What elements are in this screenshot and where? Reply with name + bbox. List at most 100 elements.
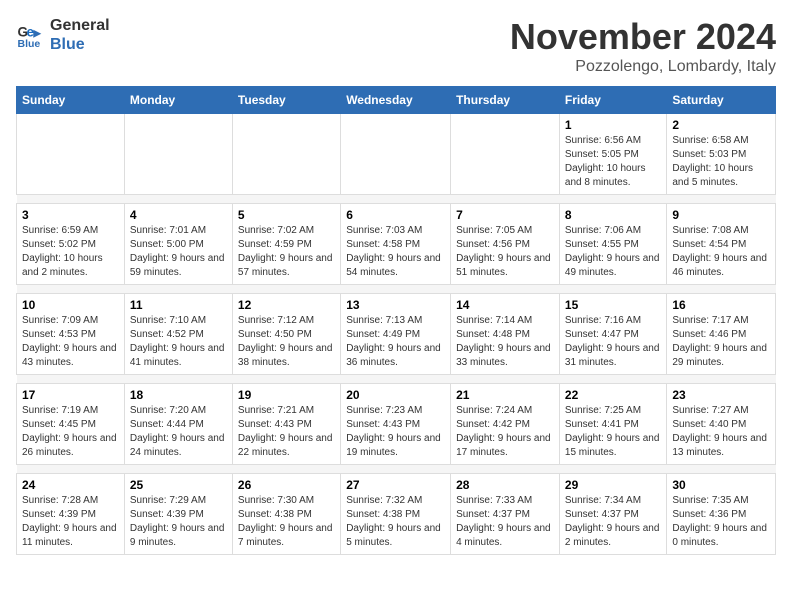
day-info: Sunrise: 7:03 AM Sunset: 4:58 PM Dayligh… xyxy=(346,224,445,280)
calendar-cell xyxy=(341,114,451,195)
row-spacer xyxy=(17,195,776,204)
day-number: 10 xyxy=(22,298,119,312)
weekday-header: Saturday xyxy=(667,87,776,114)
day-number: 2 xyxy=(672,118,770,132)
calendar-cell: 5Sunrise: 7:02 AM Sunset: 4:59 PM Daylig… xyxy=(232,204,340,285)
calendar-header-row: SundayMondayTuesdayWednesdayThursdayFrid… xyxy=(17,87,776,114)
day-info: Sunrise: 7:09 AM Sunset: 4:53 PM Dayligh… xyxy=(22,314,119,370)
day-number: 26 xyxy=(238,478,335,492)
day-info: Sunrise: 7:32 AM Sunset: 4:38 PM Dayligh… xyxy=(346,494,445,550)
day-info: Sunrise: 7:29 AM Sunset: 4:39 PM Dayligh… xyxy=(130,494,227,550)
day-number: 29 xyxy=(565,478,661,492)
day-number: 22 xyxy=(565,388,661,402)
row-spacer xyxy=(17,375,776,384)
calendar-cell xyxy=(232,114,340,195)
calendar-cell: 4 Sunrise: 7:01 AM Sunset: 5:00 PM Daylig… xyxy=(124,204,232,285)
calendar-cell: 24 Sunrise: 7:28 AM Sunset: 4:39 PM Dayli… xyxy=(17,474,125,555)
day-info: Sunrise: 7:12 AM Sunset: 4:50 PM Dayligh… xyxy=(238,314,335,370)
day-number: 25 xyxy=(130,478,227,492)
calendar-cell: 6 Sunrise: 7:03 AM Sunset: 4:58 PM Daylig… xyxy=(341,204,451,285)
day-number: 20 xyxy=(346,388,445,402)
day-info: Sunrise: 7:21 AM Sunset: 4:43 PM Dayligh… xyxy=(238,404,335,460)
calendar-cell: 26 Sunrise: 7:30 AM Sunset: 4:38 PM Dayli… xyxy=(232,474,340,555)
day-number: 28 xyxy=(456,478,554,492)
day-number: 13 xyxy=(346,298,445,312)
calendar-cell: 28Sunrise: 7:33 AM Sunset: 4:37 PM Dayli… xyxy=(451,474,560,555)
calendar-title: November 2024 xyxy=(510,16,776,58)
calendar-cell: 30Sunrise: 7:35 AM Sunset: 4:36 PM Dayli… xyxy=(667,474,776,555)
day-info: Sunrise: 7:20 AM Sunset: 4:44 PM Dayligh… xyxy=(130,404,227,460)
calendar-cell: 18Sunrise: 7:20 AM Sunset: 4:44 PM Dayli… xyxy=(124,384,232,465)
calendar-cell: 27 Sunrise: 7:32 AM Sunset: 4:38 PM Dayli… xyxy=(341,474,451,555)
day-number: 24 xyxy=(22,478,119,492)
day-number: 7 xyxy=(456,208,554,222)
calendar-cell: 10 Sunrise: 7:09 AM Sunset: 4:53 PM Dayli… xyxy=(17,294,125,375)
calendar-week-row: 10 Sunrise: 7:09 AM Sunset: 4:53 PM Dayli… xyxy=(17,294,776,375)
day-info: Sunrise: 6:58 AM Sunset: 5:03 PM Dayligh… xyxy=(672,134,770,190)
calendar-cell: 20 Sunrise: 7:23 AM Sunset: 4:43 PM Dayli… xyxy=(341,384,451,465)
day-info: Sunrise: 7:34 AM Sunset: 4:37 PM Dayligh… xyxy=(565,494,661,550)
day-number: 3 xyxy=(22,208,119,222)
calendar-cell: 2 Sunrise: 6:58 AM Sunset: 5:03 PM Daylig… xyxy=(667,114,776,195)
day-info: Sunrise: 7:13 AM Sunset: 4:49 PM Dayligh… xyxy=(346,314,445,370)
spacer-cell xyxy=(17,375,776,384)
spacer-cell xyxy=(17,195,776,204)
calendar-week-row: 17Sunrise: 7:19 AM Sunset: 4:45 PM Dayli… xyxy=(17,384,776,465)
calendar-cell: 29 Sunrise: 7:34 AM Sunset: 4:37 PM Dayli… xyxy=(559,474,666,555)
logo-text: General Blue xyxy=(50,16,110,54)
day-number: 14 xyxy=(456,298,554,312)
calendar-cell: 12 Sunrise: 7:12 AM Sunset: 4:50 PM Dayli… xyxy=(232,294,340,375)
calendar-cell: 11Sunrise: 7:10 AM Sunset: 4:52 PM Dayli… xyxy=(124,294,232,375)
weekday-header: Wednesday xyxy=(341,87,451,114)
logo-icon: G e ▶ Blue xyxy=(16,20,46,50)
day-info: Sunrise: 7:16 AM Sunset: 4:47 PM Dayligh… xyxy=(565,314,661,370)
day-info: Sunrise: 7:19 AM Sunset: 4:45 PM Dayligh… xyxy=(22,404,119,460)
calendar-cell: 19 Sunrise: 7:21 AM Sunset: 4:43 PM Dayli… xyxy=(232,384,340,465)
weekday-header: Friday xyxy=(559,87,666,114)
calendar-cell xyxy=(451,114,560,195)
day-info: Sunrise: 7:01 AM Sunset: 5:00 PM Dayligh… xyxy=(130,224,227,280)
day-number: 16 xyxy=(672,298,770,312)
calendar-cell: 3Sunrise: 6:59 AM Sunset: 5:02 PM Daylig… xyxy=(17,204,125,285)
calendar-cell: 16 Sunrise: 7:17 AM Sunset: 4:46 PM Dayli… xyxy=(667,294,776,375)
day-info: Sunrise: 7:35 AM Sunset: 4:36 PM Dayligh… xyxy=(672,494,770,550)
calendar-cell: 9Sunrise: 7:08 AM Sunset: 4:54 PM Daylig… xyxy=(667,204,776,285)
calendar-cell: 23Sunrise: 7:27 AM Sunset: 4:40 PM Dayli… xyxy=(667,384,776,465)
logo: G e ▶ Blue General Blue xyxy=(16,16,110,54)
day-number: 12 xyxy=(238,298,335,312)
day-number: 4 xyxy=(130,208,227,222)
calendar-week-row: 3Sunrise: 6:59 AM Sunset: 5:02 PM Daylig… xyxy=(17,204,776,285)
day-info: Sunrise: 7:30 AM Sunset: 4:38 PM Dayligh… xyxy=(238,494,335,550)
day-info: Sunrise: 7:25 AM Sunset: 4:41 PM Dayligh… xyxy=(565,404,661,460)
calendar-week-row: 24 Sunrise: 7:28 AM Sunset: 4:39 PM Dayli… xyxy=(17,474,776,555)
day-info: Sunrise: 6:56 AM Sunset: 5:05 PM Dayligh… xyxy=(565,134,661,190)
row-spacer xyxy=(17,285,776,294)
day-info: Sunrise: 7:28 AM Sunset: 4:39 PM Dayligh… xyxy=(22,494,119,550)
day-number: 21 xyxy=(456,388,554,402)
weekday-header: Monday xyxy=(124,87,232,114)
day-number: 15 xyxy=(565,298,661,312)
calendar-week-row: 1Sunrise: 6:56 AM Sunset: 5:05 PM Daylig… xyxy=(17,114,776,195)
calendar-cell: 21Sunrise: 7:24 AM Sunset: 4:42 PM Dayli… xyxy=(451,384,560,465)
day-number: 5 xyxy=(238,208,335,222)
calendar-cell: 13 Sunrise: 7:13 AM Sunset: 4:49 PM Dayli… xyxy=(341,294,451,375)
day-number: 9 xyxy=(672,208,770,222)
calendar-cell: 22 Sunrise: 7:25 AM Sunset: 4:41 PM Dayli… xyxy=(559,384,666,465)
spacer-cell xyxy=(17,285,776,294)
day-number: 19 xyxy=(238,388,335,402)
day-info: Sunrise: 7:14 AM Sunset: 4:48 PM Dayligh… xyxy=(456,314,554,370)
weekday-header: Tuesday xyxy=(232,87,340,114)
day-info: Sunrise: 7:23 AM Sunset: 4:43 PM Dayligh… xyxy=(346,404,445,460)
weekday-header: Thursday xyxy=(451,87,560,114)
logo-line2: Blue xyxy=(50,35,110,54)
calendar-cell: 7Sunrise: 7:05 AM Sunset: 4:56 PM Daylig… xyxy=(451,204,560,285)
weekday-header: Sunday xyxy=(17,87,125,114)
row-spacer xyxy=(17,465,776,474)
day-info: Sunrise: 7:17 AM Sunset: 4:46 PM Dayligh… xyxy=(672,314,770,370)
day-number: 6 xyxy=(346,208,445,222)
calendar-cell: 8Sunrise: 7:06 AM Sunset: 4:55 PM Daylig… xyxy=(559,204,666,285)
day-number: 27 xyxy=(346,478,445,492)
calendar-cell: 25 Sunrise: 7:29 AM Sunset: 4:39 PM Dayli… xyxy=(124,474,232,555)
day-info: Sunrise: 7:10 AM Sunset: 4:52 PM Dayligh… xyxy=(130,314,227,370)
day-info: Sunrise: 7:06 AM Sunset: 4:55 PM Dayligh… xyxy=(565,224,661,280)
